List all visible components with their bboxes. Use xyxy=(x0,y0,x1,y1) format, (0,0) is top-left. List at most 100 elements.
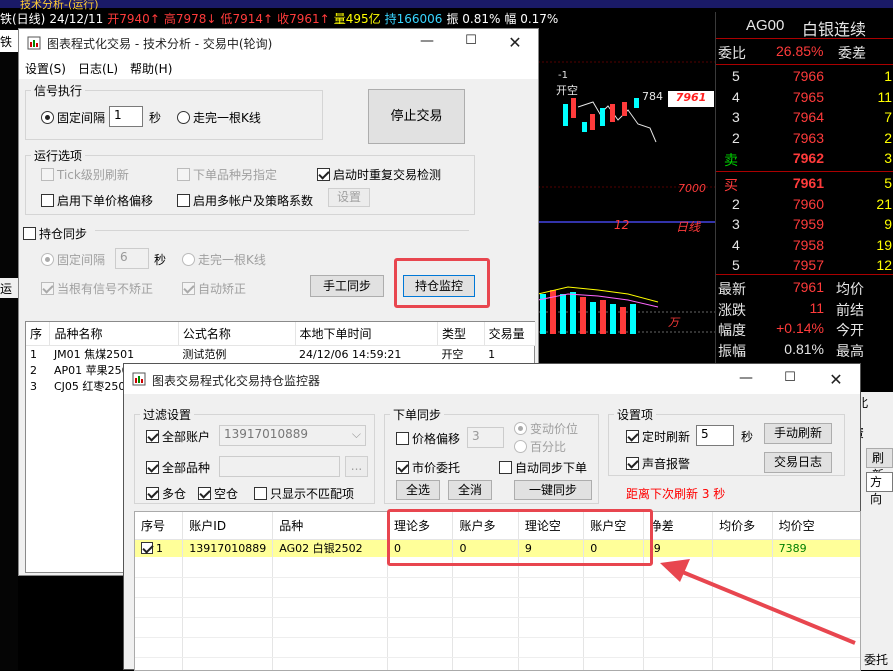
interval-input[interactable]: 1 xyxy=(109,106,143,127)
weibi-value: 26.85% xyxy=(776,43,824,59)
empty-cell xyxy=(272,617,389,638)
column-header[interactable]: 净差 xyxy=(643,512,714,540)
sync-fixed-radio[interactable]: 固定间隔 xyxy=(41,251,105,268)
info-item: 24/12/11 xyxy=(49,12,104,26)
title-bar: 图表程式化交易 - 技术分析 - 交易中(轮询) — ☐ ✕ xyxy=(19,29,538,57)
period-number: 12 xyxy=(614,218,630,232)
level-price: 7965 xyxy=(792,88,824,105)
column-header[interactable]: 品种 xyxy=(272,512,389,540)
column-header[interactable]: 均价多 xyxy=(712,512,773,540)
row-checkbox[interactable] xyxy=(141,541,153,554)
empty-cell xyxy=(643,577,714,598)
select-all-button[interactable]: 全选 xyxy=(396,480,440,500)
all-products-checkbox[interactable]: 全部品种 xyxy=(146,459,210,476)
column-header[interactable]: 序号 xyxy=(135,512,184,540)
checkbox-icon xyxy=(177,194,190,207)
no-signal-checkbox[interactable]: 当根有信号不矫正 xyxy=(41,280,153,297)
sync-interval-input[interactable]: 6 xyxy=(115,248,149,269)
browse-button[interactable]: ... xyxy=(345,456,368,477)
title-bar: 图表交易程式化交易持仓监控器 — ☐ ✕ xyxy=(124,364,860,394)
level-price: 7959 xyxy=(792,216,824,232)
empty-row xyxy=(135,617,860,638)
bid-level-row: 2 7960 21 xyxy=(716,195,893,215)
column-header[interactable]: 账户ID xyxy=(182,512,274,540)
auto-correct-checkbox[interactable]: 自动矫正 xyxy=(182,280,246,297)
column-header[interactable]: 类型 xyxy=(437,322,485,346)
info-item: 振 0.81% xyxy=(446,12,501,26)
table-cell-no[interactable]: 1 xyxy=(135,539,184,557)
fixed-interval-radio[interactable]: 固定间隔 xyxy=(41,109,105,126)
sync-run-bar-radio[interactable]: 走完一根K线 xyxy=(182,251,266,268)
trade-log-button[interactable]: 交易日志 xyxy=(764,452,832,473)
multi-account-checkbox[interactable]: 启用多帐户及策略系数 xyxy=(177,192,313,209)
tick-refresh-checkbox[interactable]: Tick级别刷新 xyxy=(41,166,129,183)
menu-help[interactable]: 帮助(H) xyxy=(130,60,172,77)
one-click-sync-button[interactable]: 一键同步 xyxy=(514,480,592,500)
level-label: 2 xyxy=(732,195,740,212)
sound-alarm-checkbox[interactable]: 声音报警 xyxy=(626,455,690,472)
minimize-icon[interactable]: — xyxy=(736,370,756,388)
column-header[interactable]: 公式名称 xyxy=(178,322,296,346)
info-item: 收7961↑ xyxy=(277,12,330,26)
stat-label-2: 均价 xyxy=(836,281,864,297)
clear-all-button[interactable]: 全消 xyxy=(448,480,492,500)
stat-label-2: 前结 xyxy=(836,301,864,318)
long-checkbox[interactable]: 多仓 xyxy=(146,485,186,502)
stat-label: 涨跌 xyxy=(718,301,746,318)
maximize-icon[interactable]: ☐ xyxy=(461,33,481,51)
empty-cell xyxy=(583,657,644,670)
auto-sync-checkbox[interactable]: 自动同步下单 xyxy=(499,459,587,476)
diff-product-checkbox[interactable]: 下单品种另指定 xyxy=(177,166,277,183)
stop-trading-button[interactable]: 停止交易 xyxy=(368,89,465,144)
all-accounts-checkbox[interactable]: 全部账户 xyxy=(146,428,210,445)
refresh-interval-input[interactable]: 5 xyxy=(696,425,734,446)
info-item: 铁(日线) xyxy=(0,12,46,26)
market-order-checkbox[interactable]: 市价委托 xyxy=(396,459,460,476)
settings-button[interactable]: 设置 xyxy=(328,188,370,207)
percent-radio[interactable]: 百分比 xyxy=(514,438,566,455)
change-price-radio[interactable]: 变动价位 xyxy=(514,420,578,437)
kline-chart[interactable]: -1 开空 784 7961 7000 12 日线 万 xyxy=(537,32,715,372)
account-select[interactable]: 13917010889 ⌵ xyxy=(219,425,366,446)
close-icon[interactable]: ✕ xyxy=(505,33,525,52)
manual-sync-button[interactable]: 手工同步 xyxy=(310,275,384,297)
bid-level-row: 3 7959 9 xyxy=(716,215,893,235)
stat-row: 振幅 0.81% 最高 xyxy=(716,340,893,360)
empty-cell xyxy=(712,577,773,598)
level-label: 卖 xyxy=(724,152,738,168)
direction-field-fragment[interactable]: 方向 xyxy=(866,472,893,506)
menu-settings[interactable]: 设置(S) xyxy=(25,60,66,77)
column-header[interactable]: 品种名称 xyxy=(49,322,179,346)
refresh-button-fragment[interactable]: 刷新 xyxy=(866,448,893,482)
short-checkbox[interactable]: 空仓 xyxy=(198,485,238,502)
position-sync-checkbox[interactable]: 持仓同步 xyxy=(23,225,87,242)
column-header[interactable]: 本地下单时间 xyxy=(295,322,438,346)
level-volume: 21 xyxy=(876,195,892,212)
maximize-icon[interactable]: ☐ xyxy=(780,370,800,388)
timed-refresh-checkbox[interactable]: 定时刷新 xyxy=(626,428,690,445)
bid-level-row: 4 7958 19 xyxy=(716,236,893,256)
column-header[interactable]: 序 xyxy=(26,322,51,346)
offset-input[interactable]: 3 xyxy=(467,427,504,448)
menu-log[interactable]: 日志(L) xyxy=(78,60,118,77)
empty-row xyxy=(135,597,860,618)
close-icon[interactable]: ✕ xyxy=(826,370,846,389)
table-row[interactable]: 1 JM01 焦煤2501 测试范例 24/12/06 14:59:21 开空 1 xyxy=(26,346,536,363)
only-mismatch-checkbox[interactable]: 只显示不匹配项 xyxy=(254,485,354,502)
run-bar-radio[interactable]: 走完一根K线 xyxy=(177,109,261,126)
column-header[interactable]: 均价空 xyxy=(772,512,860,540)
level-label: 3 xyxy=(732,109,740,125)
manual-refresh-button[interactable]: 手动刷新 xyxy=(764,423,832,444)
level-price: 7964 xyxy=(792,109,824,125)
product-input[interactable] xyxy=(219,456,340,477)
seconds-label: 秒 xyxy=(149,111,162,125)
restart-check-checkbox[interactable]: 启动时重复交易检测 xyxy=(317,166,441,183)
minimize-icon[interactable]: — xyxy=(417,33,437,51)
ask-level-row: 卖 7962 3 xyxy=(716,149,893,169)
column-header[interactable]: 交易量 xyxy=(484,322,537,346)
window-title: 图表程式化交易 - 技术分析 - 交易中(轮询) xyxy=(47,37,273,51)
price-offset-checkbox[interactable]: 启用下单价格偏移 xyxy=(41,192,153,209)
checkbox-icon xyxy=(23,227,36,240)
table-cell: JM01 焦煤2501 xyxy=(53,348,135,361)
price-offset-checkbox[interactable]: 价格偏移 xyxy=(396,430,460,447)
